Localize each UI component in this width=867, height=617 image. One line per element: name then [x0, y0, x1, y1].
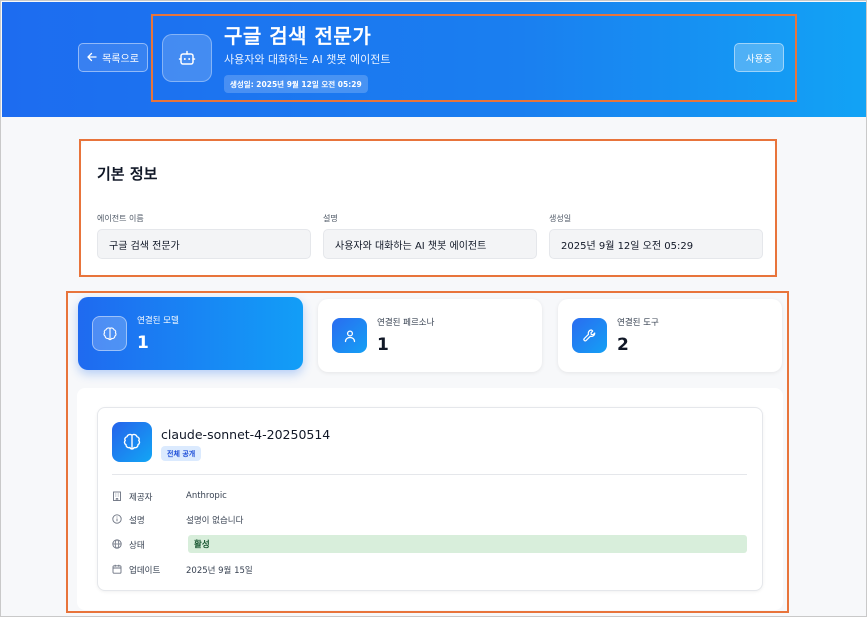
connections-highlight-box [66, 291, 789, 613]
description-field: 사용자와 대화하는 AI 챗봇 에이전트 [323, 229, 537, 259]
basic-info-title: 기본 정보 [97, 165, 158, 183]
app-frame: 목록으로 구글 검색 전문가 사용자와 대화하는 AI 챗봇 에이전트 생성일:… [0, 0, 867, 617]
agent-name-field: 구글 검색 전문가 [97, 229, 311, 259]
created-date-label: 생성일 [549, 214, 572, 223]
back-button-label: 목록으로 [102, 54, 139, 65]
created-date-field: 2025년 9월 12일 오전 05:29 [549, 229, 763, 259]
agent-name-label: 에이전트 이름 [97, 214, 144, 223]
back-to-list-button[interactable]: 목록으로 [78, 43, 148, 72]
header-highlight-box [151, 14, 797, 102]
description-label: 설명 [323, 214, 338, 223]
arrow-left-icon [87, 52, 97, 64]
